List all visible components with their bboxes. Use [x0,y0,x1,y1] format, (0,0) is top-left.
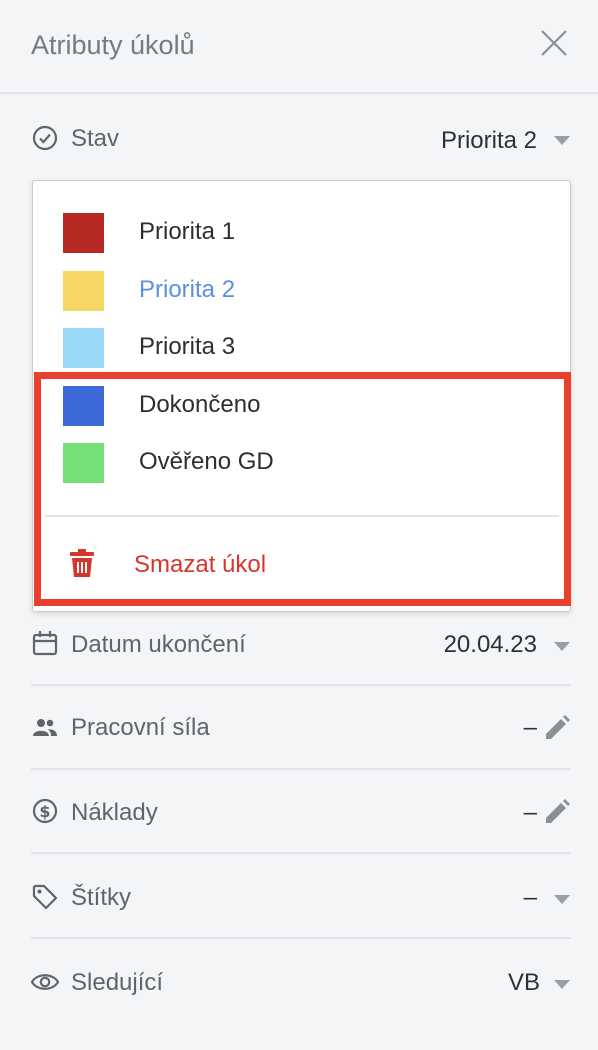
pencil-icon[interactable] [543,798,571,826]
end-date-row[interactable]: Datum ukončení 20.04.23 [31,602,571,686]
eye-icon [31,974,59,990]
delete-task-button[interactable]: Smazat úkol [33,533,570,595]
color-swatch [63,386,104,426]
end-date-label: Datum ukončení [71,631,246,658]
costs-value: – [523,799,537,826]
chevron-down-icon[interactable] [553,894,571,906]
costs-label: Náklady [71,799,158,826]
option-dokonceno[interactable]: Dokončeno [33,378,570,434]
status-value[interactable]: Priorita 2 [441,127,537,155]
svg-text:$: $ [39,802,50,821]
delete-task-label: Smazat úkol [134,551,267,578]
end-date-value[interactable]: 20.04.23 [444,631,537,659]
chevron-down-icon[interactable] [553,135,571,147]
close-icon[interactable] [538,27,570,59]
tags-value[interactable]: – [524,884,537,912]
chevron-down-icon[interactable] [553,979,571,991]
option-label: Dokončeno [139,391,261,418]
dollar-circle-icon: $ [32,798,58,824]
people-icon [33,719,57,736]
check-circle-icon [32,125,58,151]
workforce-label: Pracovní síla [71,714,210,741]
costs-row: $ Náklady – [31,770,571,854]
workforce-value: – [523,714,537,741]
workforce-row: Pracovní síla – [31,686,571,770]
color-swatch [63,328,104,368]
status-label: Stav [71,125,120,152]
followers-value[interactable]: VB [508,969,540,997]
option-priorita-1[interactable]: Priorita 1 [33,205,570,261]
tags-label: Štítky [71,884,132,911]
menu-divider [45,515,559,517]
status-row[interactable]: Stav Priorita 2 [31,98,571,180]
tags-row[interactable]: Štítky – [31,855,571,939]
option-label: Priorita 2 [139,276,236,303]
option-label: Priorita 1 [139,218,236,245]
tag-icon [32,884,58,910]
panel-title: Atributy úkolů [31,30,195,60]
option-label: Priorita 3 [139,333,236,360]
status-dropdown-menu: Priorita 1 Priorita 2 Priorita 3 Dokonče… [32,180,571,612]
followers-row[interactable]: Sledující VB [31,940,571,1024]
option-label: Ověřeno GD [139,448,274,475]
option-overeno-gd[interactable]: Ověřeno GD [33,435,570,491]
panel-header: Atributy úkolů [0,0,598,94]
color-swatch [63,213,104,253]
followers-label: Sledující [71,969,164,996]
option-priorita-3[interactable]: Priorita 3 [33,320,570,376]
pencil-icon[interactable] [543,714,571,742]
trash-icon [70,549,94,577]
color-swatch [63,443,104,483]
option-priorita-2[interactable]: Priorita 2 [33,263,570,319]
color-swatch [63,271,104,311]
calendar-icon [32,631,58,656]
chevron-down-icon[interactable] [553,641,571,653]
